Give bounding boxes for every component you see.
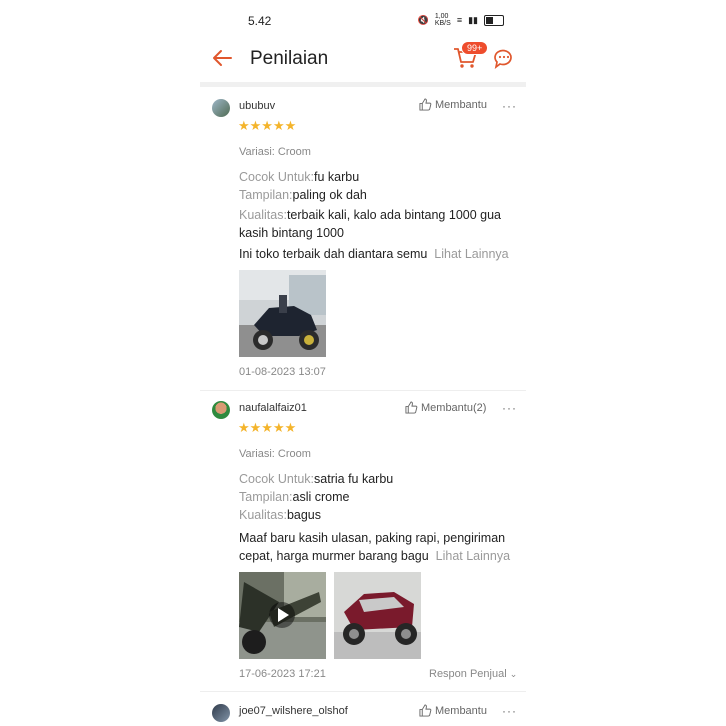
status-icons: 🔇 1,00 KB/S ≡ ▮▮ <box>418 13 504 27</box>
thumbs-up-icon <box>405 401 418 414</box>
chevron-down-icon: ⌄ <box>509 669 518 679</box>
helpful-button[interactable]: Membantu(2) <box>405 401 486 414</box>
play-icon[interactable] <box>269 602 295 628</box>
see-more-link[interactable]: Lihat Lainnya <box>436 549 510 563</box>
review-divider <box>200 390 526 391</box>
helpful-button[interactable]: Membantu <box>419 98 487 111</box>
signal-icon: ▮▮ <box>468 14 478 25</box>
star-rating: ★★★★★ <box>238 118 297 133</box>
review-photo[interactable] <box>334 572 421 659</box>
seller-response-toggle[interactable]: Respon Penjual ⌄ <box>429 668 517 680</box>
see-more-link[interactable]: Lihat Lainnya <box>434 247 508 261</box>
review-attr-look: Tampilan:paling ok dah <box>239 188 367 202</box>
chat-icon[interactable] <box>492 46 516 70</box>
app-header: Penilaian 99+ <box>200 38 526 80</box>
review-username[interactable]: joe07_wilshere_olshof <box>239 705 348 717</box>
thumbs-up-icon <box>419 704 432 717</box>
review-username[interactable]: ububuv <box>239 100 275 112</box>
seller-response-label: Respon Penjual <box>429 668 507 680</box>
star-rating: ★★★★★ <box>238 420 297 435</box>
phone-screen: 5.42 🔇 1,00 KB/S ≡ ▮▮ Penilaian 99+ ubub… <box>200 0 526 726</box>
mute-icon: 🔇 <box>417 14 429 25</box>
helpful-label: Membantu <box>435 704 487 717</box>
page-title: Penilaian <box>250 48 329 69</box>
review-attr-quality: Kualitas:terbaik kali, kalo ada bintang … <box>239 208 501 240</box>
helpful-button[interactable]: Membantu <box>419 704 487 717</box>
helpful-label: Membantu <box>435 98 487 111</box>
review-date: 01-08-2023 13:07 <box>239 366 326 378</box>
status-bar: 5.42 🔇 1,00 KB/S ≡ ▮▮ <box>200 0 526 40</box>
cart-badge: 99+ <box>461 41 489 55</box>
thumbs-up-icon <box>419 98 432 111</box>
review-photo[interactable] <box>239 270 326 357</box>
header-separator <box>200 82 526 87</box>
review-body: Ini toko terbaik dah diantara semu Lihat… <box>239 247 509 261</box>
review-date: 17-06-2023 17:21 <box>239 668 326 680</box>
review-attr-fit: Cocok Untuk:fu karbu <box>239 170 360 184</box>
review-body: Maaf baru kasih ulasan, paking rapi, pen… <box>239 531 511 563</box>
network-speed: 1,00 KB/S <box>434 13 451 27</box>
more-options-icon[interactable]: ··· <box>502 704 517 718</box>
avatar[interactable] <box>212 704 230 722</box>
review-attr-look: Tampilan:asli crome <box>239 490 350 504</box>
status-time: 5.42 <box>248 14 272 28</box>
review-attr-quality: Kualitas:bagus <box>239 508 322 522</box>
avatar[interactable] <box>212 401 230 419</box>
wifi-icon: ≡ <box>456 15 463 25</box>
review-variation: Variasi: Croom <box>239 146 311 158</box>
battery-icon <box>484 14 504 26</box>
back-arrow-icon[interactable] <box>210 46 234 70</box>
review-attr-fit: Cocok Untuk:satria fu karbu <box>239 472 394 486</box>
more-options-icon[interactable]: ··· <box>502 401 517 415</box>
review-divider <box>200 691 526 692</box>
avatar[interactable] <box>212 99 230 117</box>
more-options-icon[interactable]: ··· <box>502 99 517 113</box>
review-username[interactable]: naufalalfaiz01 <box>239 402 307 414</box>
helpful-label: Membantu(2) <box>421 401 487 414</box>
review-variation: Variasi: Croom <box>239 448 311 460</box>
